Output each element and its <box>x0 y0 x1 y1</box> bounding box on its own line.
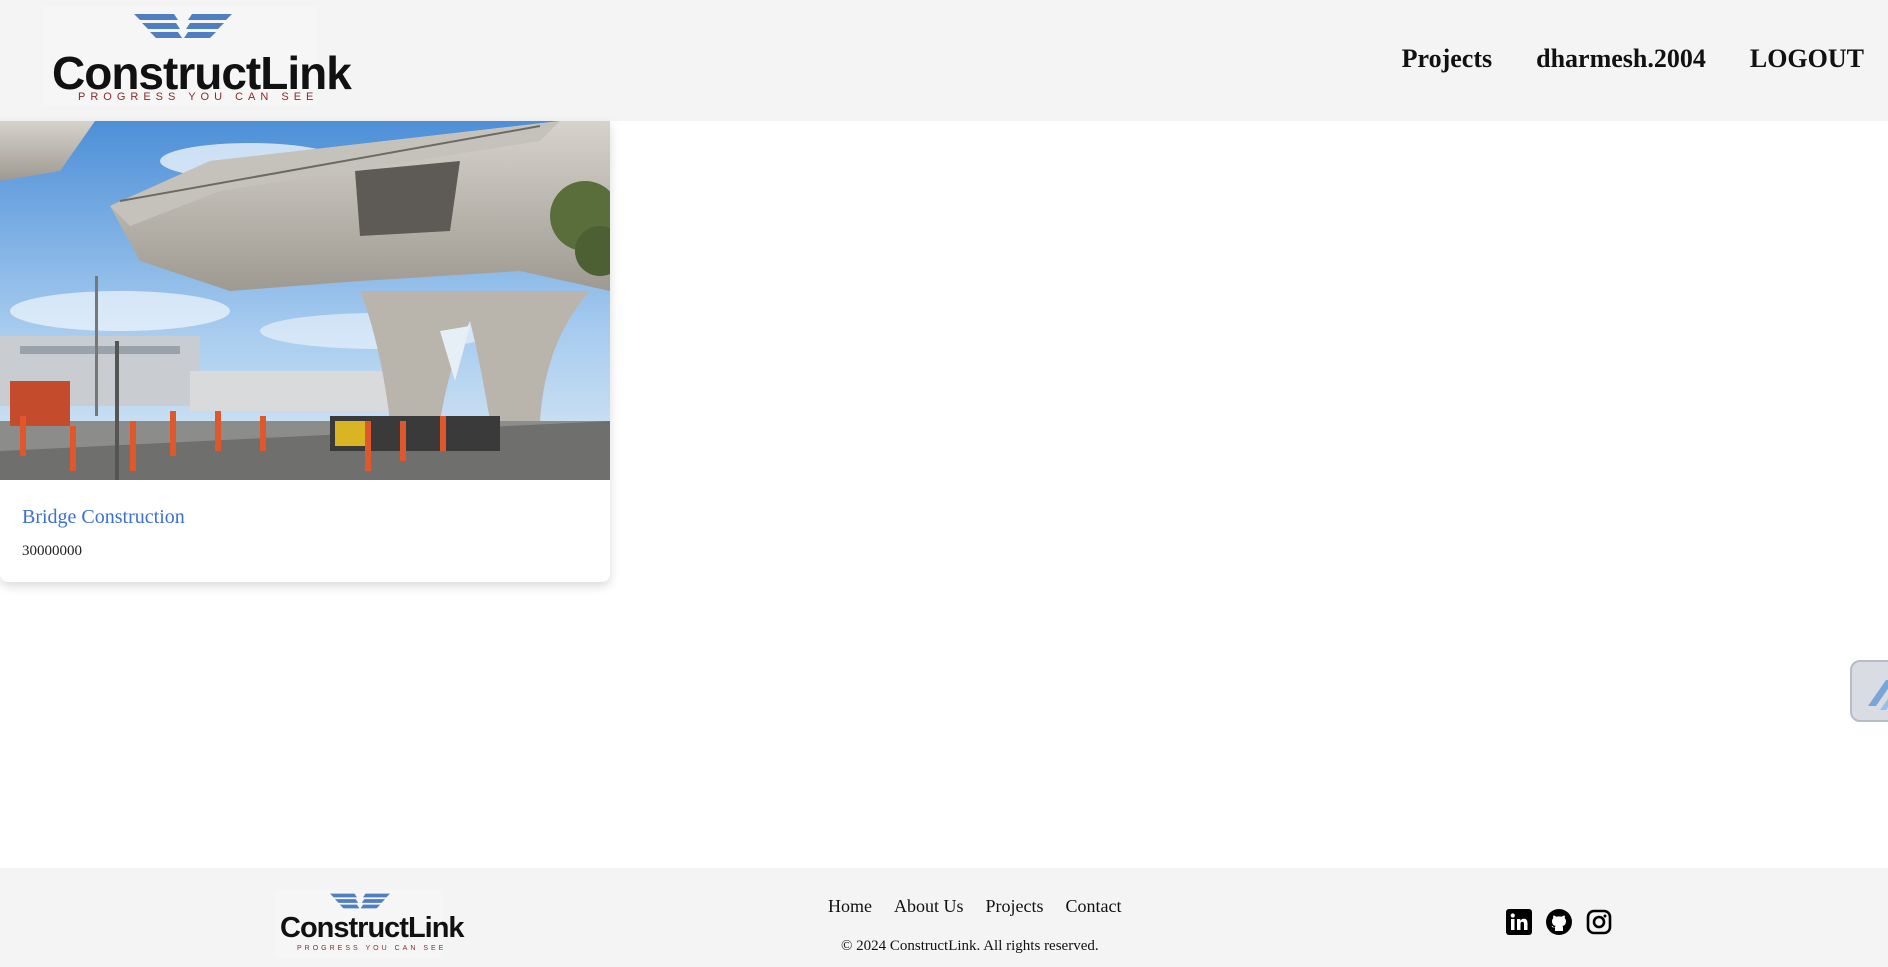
logo-tagline: PROGRESS YOU CAN SEE <box>78 91 319 103</box>
footer-logo[interactable]: ConstructLink PROGRESS YOU CAN SEE <box>275 890 465 958</box>
widget-logo-icon <box>1868 680 1888 710</box>
instagram-icon[interactable] <box>1586 909 1612 935</box>
project-image <box>0 121 610 480</box>
footer-logo-name: ConstructLink <box>280 912 465 944</box>
project-title[interactable]: Bridge Construction <box>22 506 185 529</box>
site-footer: ConstructLink PROGRESS YOU CAN SEE Home … <box>0 868 1888 967</box>
footer-nav: Home About Us Projects Contact <box>828 896 1122 917</box>
footer-link-home[interactable]: Home <box>828 896 872 917</box>
main-nav: Projects dharmesh.2004 LOGOUT <box>1402 44 1864 74</box>
nav-logout-link[interactable]: LOGOUT <box>1750 44 1864 74</box>
social-links <box>1506 909 1612 935</box>
logo-wings-icon <box>134 14 232 38</box>
nav-username-link[interactable]: dharmesh.2004 <box>1536 44 1706 74</box>
footer-link-contact[interactable]: Contact <box>1066 896 1122 917</box>
project-budget: 30000000 <box>22 543 82 559</box>
footer-logo-tagline: PROGRESS YOU CAN SEE <box>297 945 447 952</box>
site-header: ConstructLink PROGRESS YOU CAN SEE Proje… <box>0 0 1888 121</box>
linkedin-icon[interactable] <box>1506 909 1532 935</box>
project-card[interactable]: Bridge Construction 30000000 <box>0 121 610 582</box>
github-icon[interactable] <box>1546 909 1572 935</box>
footer-link-projects[interactable]: Projects <box>986 896 1044 917</box>
footer-logo-wings-icon <box>330 893 390 909</box>
footer-link-about[interactable]: About Us <box>894 896 964 917</box>
nav-projects-link[interactable]: Projects <box>1402 44 1492 74</box>
site-logo[interactable]: ConstructLink PROGRESS YOU CAN SEE <box>44 6 352 106</box>
side-widget-button[interactable] <box>1850 660 1888 722</box>
footer-copyright: © 2024 ConstructLink. All rights reserve… <box>841 938 1099 954</box>
